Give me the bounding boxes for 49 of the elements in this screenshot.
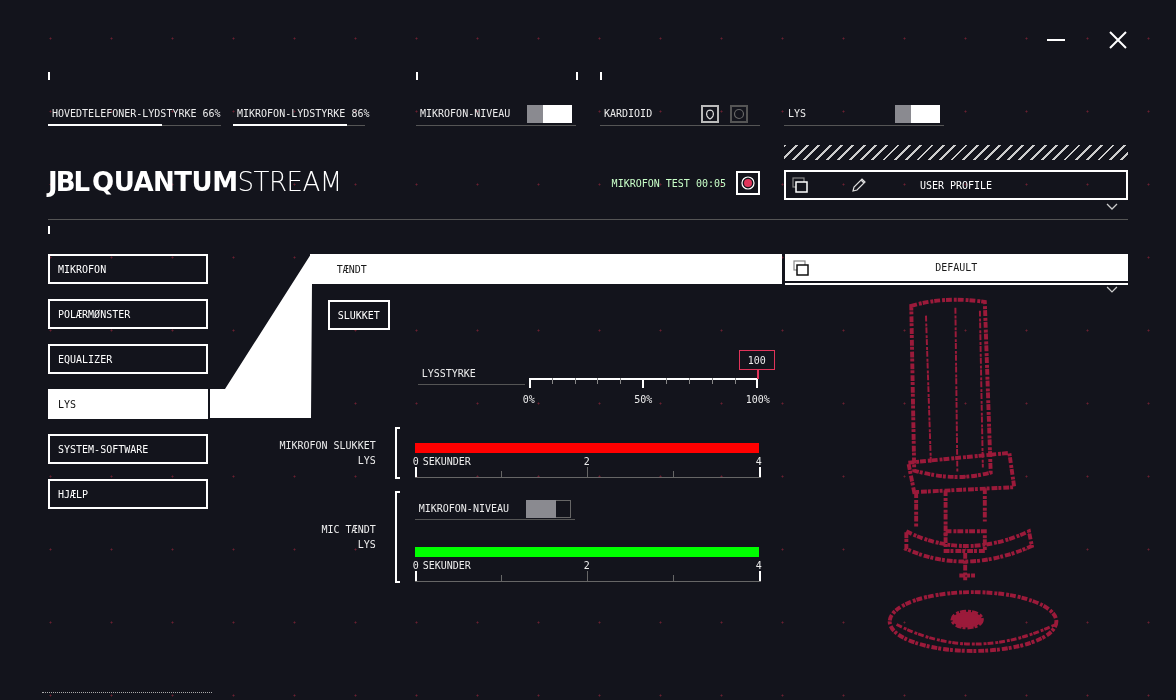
toggle-label: MIKROFON-NIVEAU [418, 503, 509, 514]
stacked-squares-icon [792, 177, 808, 193]
pattern-button[interactable] [701, 104, 719, 123]
record-icon [741, 176, 755, 190]
pattern-label: KARDIOID [604, 108, 653, 119]
logo-text: JBL [48, 169, 89, 195]
cardioid-icon [706, 108, 714, 120]
toggle-switch[interactable] [895, 104, 940, 123]
axis-label: 0 [412, 457, 419, 467]
axis-label: 4 [755, 561, 762, 571]
light-mode-tab[interactable]: SLUKKET [327, 300, 390, 330]
profile-selector[interactable]: DEFAULT [784, 254, 1128, 284]
logo-text: QUANTUM [92, 169, 238, 195]
stacked-squares-icon [792, 259, 809, 276]
record-button[interactable] [736, 171, 760, 195]
brightness-value: 100 [738, 350, 775, 370]
toggle-label: MIKROFON-NIVEAU [420, 108, 511, 119]
toggle-label: LYS [788, 108, 807, 119]
sidebar-item[interactable]: SYSTEM-SOFTWARE [48, 434, 208, 464]
axis-label: 2 [583, 457, 590, 467]
brightness-tick-label: 0% [522, 394, 535, 405]
brightness-tick-label: 100% [745, 394, 770, 405]
slider-label: MIKROFON-LYDSTYRKE 86% [237, 108, 370, 119]
slider-label: HOVEDTELEFONER-LYDSTYRKE 66% [52, 108, 221, 119]
pencil-icon[interactable] [851, 177, 867, 193]
circle-icon [733, 108, 745, 119]
sidebar-item[interactable]: POLÆRMØNSTER [48, 299, 208, 329]
toggle-switch[interactable] [525, 499, 571, 518]
sidebar-item[interactable]: MIKROFON [48, 254, 208, 284]
axis-label: 0 [412, 561, 419, 571]
sidebar-item[interactable]: LYS [48, 389, 208, 419]
section-label: MIC TÆNDT LYS [320, 523, 376, 552]
mic-test-label: MIKROFON TEST 00:05 [611, 177, 726, 189]
sidebar-item[interactable]: HJÆLP [48, 479, 208, 509]
chevron-down-icon[interactable] [1106, 203, 1118, 211]
axis-unit: SEKUNDER [422, 457, 471, 467]
brightness-label: LYSSTYRKE [417, 368, 525, 385]
toggle-switch[interactable] [527, 104, 572, 123]
user-profile-selector[interactable]: USER PROFILE [784, 170, 1128, 200]
section-label: MIKROFON SLUKKET LYS [278, 439, 376, 468]
logo-text: STREAM [237, 169, 342, 195]
light-mode-tab[interactable]: TÆNDT [309, 254, 782, 284]
axis-label: 4 [755, 457, 762, 467]
sidebar-item[interactable]: EQUALIZER [48, 344, 208, 374]
chevron-down-icon[interactable] [1106, 286, 1118, 295]
axis-unit: SEKUNDER [422, 561, 471, 571]
brightness-tick-label: 50% [634, 394, 653, 405]
axis-label: 2 [583, 561, 590, 571]
close-icon[interactable] [1108, 30, 1128, 50]
